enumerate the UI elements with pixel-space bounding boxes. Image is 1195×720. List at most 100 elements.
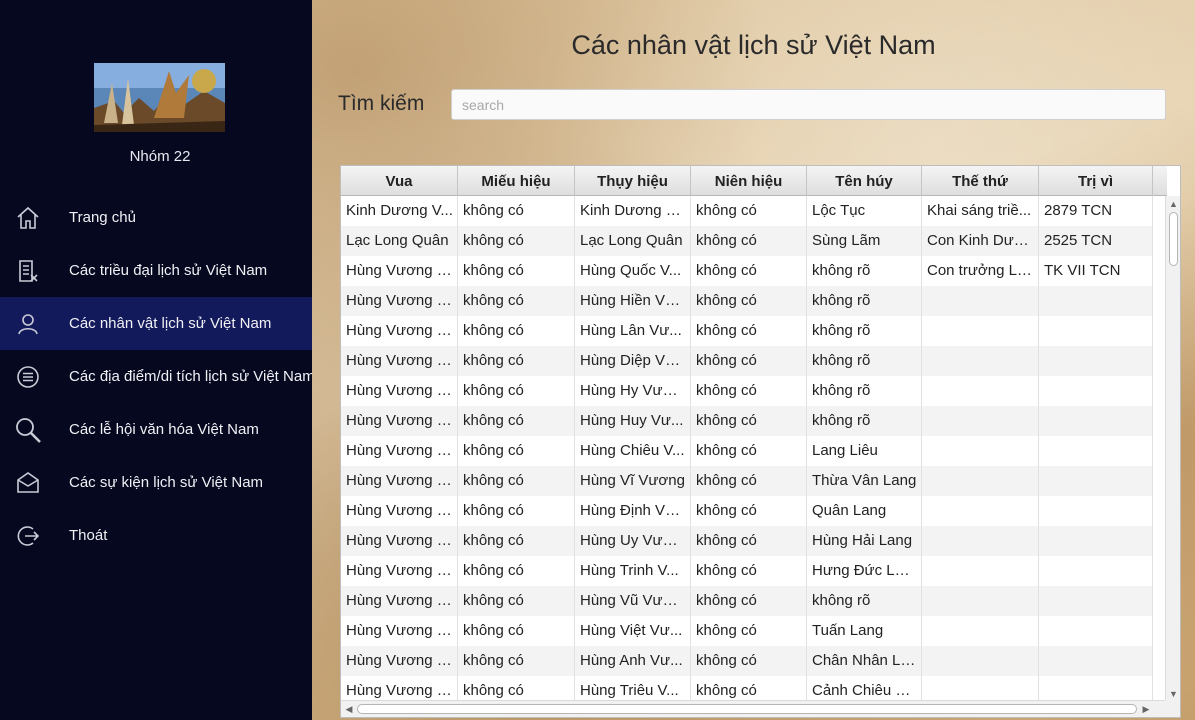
column-header-ten-huy[interactable]: Tên húy	[807, 166, 922, 196]
table-cell: Hùng Chiêu V...	[575, 436, 691, 466]
table-cell: Hùng Định Vư...	[575, 496, 691, 526]
table-row[interactable]: Hùng Vương t... không có Hùng Việt Vư... kh…	[341, 616, 1153, 646]
scroll-left-icon[interactable]: ◀	[342, 701, 356, 717]
sidebar-item-label: Các nhân vật lịch sử Việt Nam	[69, 315, 272, 332]
table-row[interactable]: Hùng Vương t... không có Hùng Hiền Vư... kh…	[341, 286, 1153, 316]
table-cell: Hùng Vương t...	[341, 346, 458, 376]
page-title: Các nhân vật lịch sử Việt Nam	[571, 30, 936, 60]
table-cell: không có	[691, 346, 807, 376]
table-row[interactable]: Hùng Vương t... không có Hùng Định Vư... kh…	[341, 496, 1153, 526]
table-cell	[922, 436, 1039, 466]
table-header: Vua Miếu hiệu Thụy hiệu Niên hiệu Tên hú…	[341, 166, 1167, 196]
table-cell: Kinh Dương V...	[341, 196, 458, 226]
horizontal-scroll-thumb[interactable]	[357, 704, 1137, 714]
sidebar-item-dynasties[interactable]: Các triều đại lịch sử Việt Nam	[0, 244, 312, 297]
search-input[interactable]	[451, 89, 1166, 120]
table-cell: Lạc Long Quân	[575, 226, 691, 256]
table-cell	[1039, 316, 1153, 346]
table-row[interactable]: Hùng Vương t... không có Hùng Uy Vương khôn…	[341, 526, 1153, 556]
table-cell: Hùng Vương t...	[341, 616, 458, 646]
table-cell: không có	[458, 586, 575, 616]
table-row[interactable]: Hùng Vương t... không có Hùng Chiêu V... kh…	[341, 436, 1153, 466]
table-cell: Thừa Vân Lang	[807, 466, 922, 496]
sidebar-item-home[interactable]: Trang chủ	[0, 191, 312, 244]
table-cell: Hùng Quốc V...	[575, 256, 691, 286]
table-cell: Hùng Vương t...	[341, 256, 458, 286]
sidebar-item-label: Các lễ hội văn hóa Việt Nam	[69, 421, 259, 438]
table-row[interactable]: Hùng Vương t... không có Hùng Quốc V... khô…	[341, 256, 1153, 286]
table-cell: Hùng Vũ Vương	[575, 586, 691, 616]
sidebar-item-label: Các địa điểm/di tích lịch sử Việt Nam	[69, 368, 312, 385]
column-header-mieu-hieu[interactable]: Miếu hiệu	[458, 166, 575, 196]
table-row[interactable]: Hùng Vương t... không có Hùng Anh Vư... khô…	[341, 646, 1153, 676]
table-row[interactable]: Hùng Vương t... không có Hùng Diệp Vư... kh…	[341, 346, 1153, 376]
sidebar-item-figures[interactable]: Các nhân vật lịch sử Việt Nam	[0, 297, 312, 350]
group-logo-image	[94, 63, 225, 132]
table-cell: Hùng Vương t...	[341, 646, 458, 676]
table-row[interactable]: Hùng Vương t... không có Hùng Huy Vư... khô…	[341, 406, 1153, 436]
home-icon	[14, 204, 42, 232]
table-cell: không có	[691, 616, 807, 646]
table-cell: Hùng Hải Lang	[807, 526, 922, 556]
table-cell	[1039, 616, 1153, 646]
table-cell: không rõ	[807, 346, 922, 376]
table-cell: Con Kinh Dươ...	[922, 226, 1039, 256]
table-row[interactable]: Kinh Dương V... không có Kinh Dương V... kh…	[341, 196, 1153, 226]
table-cell: không có	[691, 286, 807, 316]
table-cell: không có	[458, 226, 575, 256]
table-cell: không có	[691, 376, 807, 406]
column-header-nien-hieu[interactable]: Niên hiệu	[691, 166, 807, 196]
table-cell: không có	[458, 646, 575, 676]
table-cell: Hùng Hiền Vư...	[575, 286, 691, 316]
table-cell: không có	[458, 616, 575, 646]
search-label: Tìm kiếm	[338, 92, 425, 115]
table-row[interactable]: Hùng Vương t... không có Hùng Vĩ Vương khôn…	[341, 466, 1153, 496]
column-header-the-thu[interactable]: Thế thứ	[922, 166, 1039, 196]
table-cell: Hùng Uy Vương	[575, 526, 691, 556]
table-cell: không có	[458, 376, 575, 406]
horizontal-scrollbar[interactable]: ◀ ▶	[341, 700, 1167, 717]
table-cell: không rõ	[807, 376, 922, 406]
column-header-tri-vi[interactable]: Trị vì	[1039, 166, 1153, 196]
user-icon	[14, 310, 42, 338]
table-cell: Hùng Vương t...	[341, 316, 458, 346]
scroll-right-icon[interactable]: ▶	[1139, 701, 1153, 717]
table-cell	[1039, 376, 1153, 406]
table-cell: Lạc Long Quân	[341, 226, 458, 256]
table-cell	[922, 526, 1039, 556]
table-cell: Hùng Vương t...	[341, 466, 458, 496]
table-cell: Lộc Tục	[807, 196, 922, 226]
table-cell: không có	[458, 406, 575, 436]
table-cell: Tuấn Lang	[807, 616, 922, 646]
table-cell: không có	[691, 256, 807, 286]
table-row[interactable]: Hùng Vương t... không có Hùng Vũ Vương khôn…	[341, 586, 1153, 616]
sidebar-item-logout[interactable]: Thoát	[0, 509, 312, 562]
vertical-scroll-thumb[interactable]	[1169, 212, 1178, 266]
table-row[interactable]: Hùng Vương t... không có Hùng Hy Vương khôn…	[341, 376, 1153, 406]
logout-icon	[14, 522, 42, 550]
vertical-scrollbar[interactable]: ▲ ▼	[1165, 196, 1180, 702]
sidebar-item-places[interactable]: Các địa điểm/di tích lịch sử Việt Nam	[0, 350, 312, 403]
table-cell: không có	[458, 196, 575, 226]
table-cell: Hùng Huy Vư...	[575, 406, 691, 436]
table-cell: 2879 TCN	[1039, 196, 1153, 226]
table-cell: không có	[458, 316, 575, 346]
table-row[interactable]: Hùng Vương t... không có Hùng Trinh V... kh…	[341, 556, 1153, 586]
table-cell: Hùng Anh Vư...	[575, 646, 691, 676]
table-row[interactable]: Lạc Long Quân không có Lạc Long Quân không …	[341, 226, 1153, 256]
table-cell: không có	[458, 286, 575, 316]
table-cell	[922, 586, 1039, 616]
table-cell: 2525 TCN	[1039, 226, 1153, 256]
column-header-thuy-hieu[interactable]: Thụy hiệu	[575, 166, 691, 196]
scroll-up-icon[interactable]: ▲	[1166, 197, 1180, 211]
column-header-vua[interactable]: Vua	[341, 166, 458, 196]
table-cell: Hùng Vương t...	[341, 586, 458, 616]
table-cell: không có	[691, 646, 807, 676]
sidebar-item-events[interactable]: Các sự kiện lịch sử Việt Nam	[0, 456, 312, 509]
sidebar-item-festivals[interactable]: Các lễ hội văn hóa Việt Nam	[0, 403, 312, 456]
scroll-down-icon[interactable]: ▼	[1166, 687, 1180, 701]
scrollbar-corner	[1165, 700, 1180, 717]
table-row[interactable]: Hùng Vương t... không có Hùng Lân Vư... khô…	[341, 316, 1153, 346]
table-cell	[1039, 346, 1153, 376]
group-name: Nhóm 22	[129, 148, 191, 165]
